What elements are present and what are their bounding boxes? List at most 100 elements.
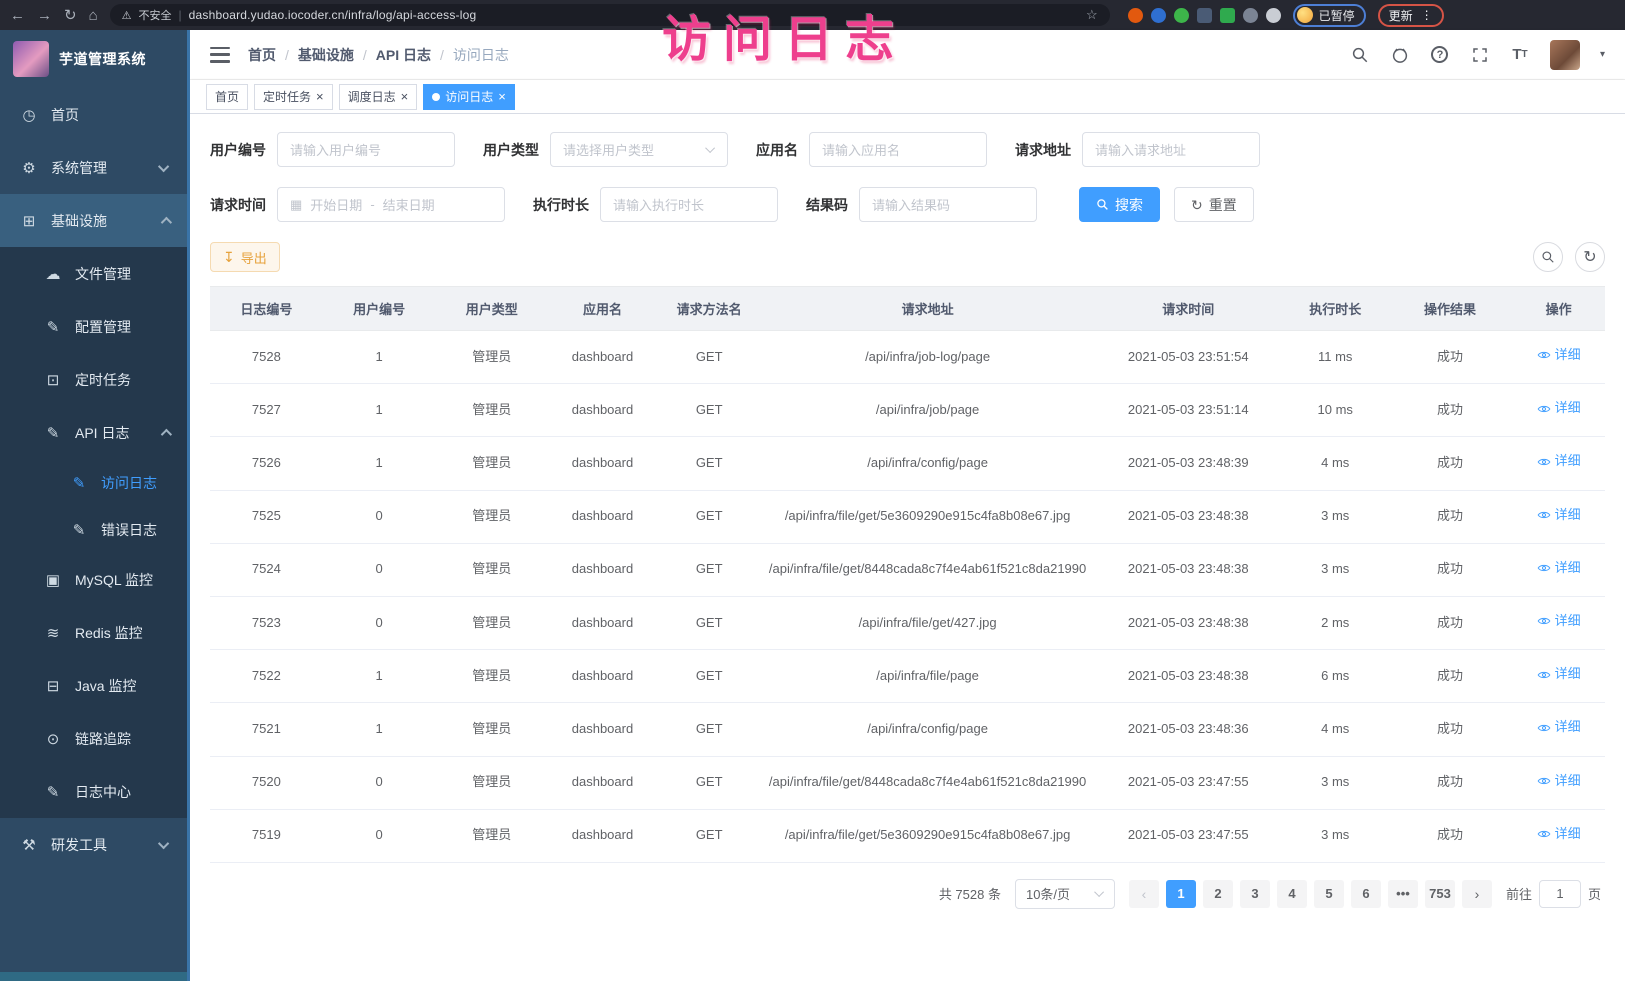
sidebar-menu: ◷首页⚙系统管理⊞基础设施☁文件管理✎配置管理⊡定时任务✎API 日志✎访问日志… (0, 88, 187, 972)
prev-page-button[interactable]: ‹ (1129, 880, 1159, 908)
extension-icon[interactable] (1128, 8, 1143, 23)
page-button-6[interactable]: 6 (1351, 880, 1381, 908)
sidebar-item-4[interactable]: ✎配置管理 (0, 300, 187, 353)
page-button-5[interactable]: 5 (1314, 880, 1344, 908)
duration-cell: 10 ms (1283, 384, 1388, 437)
page-button-2[interactable]: 2 (1203, 880, 1233, 908)
sidebar-item-6[interactable]: ✎API 日志 (0, 406, 187, 459)
detail-link[interactable]: 详细 (1537, 345, 1581, 366)
tab-close-icon[interactable]: × (316, 90, 324, 103)
page-button-3[interactable]: 3 (1240, 880, 1270, 908)
url-cell: /api/infra/config/page (762, 437, 1094, 490)
detail-link[interactable]: 详细 (1537, 451, 1581, 472)
sidebar-item-label: 配置管理 (75, 317, 131, 337)
eye-icon (1537, 614, 1551, 628)
browser-reload-icon[interactable]: ↻ (64, 8, 77, 23)
tab-首页[interactable]: 首页 (206, 84, 248, 110)
bookmark-star-icon[interactable]: ☆ (1086, 7, 1098, 23)
tab-访问日志[interactable]: 访问日志× (423, 84, 515, 110)
profile-avatar-icon (1297, 7, 1313, 23)
sidebar-item-5[interactable]: ⊡定时任务 (0, 353, 187, 406)
filter-用户类型: 用户类型请选择用户类型 (483, 132, 728, 167)
more-pages-button[interactable]: ••• (1388, 880, 1418, 908)
profile-paused-badge[interactable]: 已暂停 (1293, 4, 1366, 27)
结果码-input[interactable]: 请输入结果码 (859, 187, 1037, 222)
eye-icon (1537, 455, 1551, 469)
detail-link[interactable]: 详细 (1537, 398, 1581, 419)
extension-icon[interactable] (1174, 8, 1189, 23)
sidebar-item-13[interactable]: ✎日志中心 (0, 765, 187, 818)
next-page-button[interactable]: › (1462, 880, 1492, 908)
sidebar-item-1[interactable]: ⚙系统管理 (0, 141, 187, 194)
sidebar-collapse-bar[interactable] (0, 972, 187, 981)
sidebar-item-label: Redis 监控 (75, 623, 143, 643)
pagination: 共 7528 条 10条/页 ‹123456•••753› 前往 页 (210, 863, 1605, 923)
date-range-picker[interactable]: ▦开始日期-结束日期 (277, 187, 505, 222)
detail-link[interactable]: 详细 (1537, 611, 1581, 632)
extension-icon[interactable] (1220, 8, 1235, 23)
hamburger-icon[interactable] (210, 47, 230, 63)
page-button-4[interactable]: 4 (1277, 880, 1307, 908)
font-size-icon[interactable]: TT (1510, 45, 1530, 65)
extension-icon[interactable] (1151, 8, 1166, 23)
应用名-input[interactable]: 请输入应用名 (809, 132, 987, 167)
page-button-1[interactable]: 1 (1166, 880, 1196, 908)
detail-link[interactable]: 详细 (1537, 824, 1581, 845)
fullscreen-icon[interactable] (1470, 45, 1490, 65)
breadcrumb-item[interactable]: API 日志 (376, 45, 431, 65)
tab-close-icon[interactable]: × (401, 90, 409, 103)
app-logo[interactable]: 芋道管理系统 (0, 30, 187, 88)
caret-down-icon[interactable]: ▾ (1600, 49, 1605, 60)
sidebar-item-9[interactable]: ▣MySQL 监控 (0, 553, 187, 606)
search-icon[interactable] (1350, 45, 1370, 65)
extension-icon[interactable] (1266, 8, 1281, 23)
detail-link[interactable]: 详细 (1537, 664, 1581, 685)
sidebar-item-10[interactable]: ≋Redis 监控 (0, 606, 187, 659)
执行时长-input[interactable]: 请输入执行时长 (600, 187, 778, 222)
sidebar-item-8[interactable]: ✎错误日志 (0, 506, 187, 553)
detail-link[interactable]: 详细 (1537, 717, 1581, 738)
reset-button[interactable]: ↻重置 (1174, 187, 1254, 222)
detail-link[interactable]: 详细 (1537, 558, 1581, 579)
detail-link[interactable]: 详细 (1537, 771, 1581, 792)
tab-定时任务[interactable]: 定时任务× (254, 84, 333, 110)
page-button-753[interactable]: 753 (1425, 880, 1455, 908)
browser-back-icon[interactable]: ← (10, 8, 25, 23)
export-button[interactable]: ↧ 导出 (210, 242, 280, 272)
sidebar-item-0[interactable]: ◷首页 (0, 88, 187, 141)
detail-link[interactable]: 详细 (1537, 505, 1581, 526)
chevron-up-icon (161, 216, 172, 227)
用户类型-select[interactable]: 请选择用户类型 (550, 132, 728, 167)
toggle-search-button[interactable] (1533, 242, 1563, 272)
breadcrumb-item[interactable]: 首页 (248, 45, 276, 65)
sidebar-item-11[interactable]: ⊟Java 监控 (0, 659, 187, 712)
sidebar-item-3[interactable]: ☁文件管理 (0, 247, 187, 300)
tab-close-icon[interactable]: × (498, 90, 506, 103)
refresh-table-button[interactable]: ↻ (1575, 242, 1605, 272)
tab-调度日志[interactable]: 调度日志× (339, 84, 418, 110)
action-cell: 详细 (1512, 543, 1605, 596)
sidebar-item-7[interactable]: ✎访问日志 (0, 459, 187, 506)
browser-home-icon[interactable]: ⌂ (89, 8, 98, 23)
goto-page-input[interactable] (1539, 880, 1581, 908)
column-header: 应用名 (548, 287, 657, 331)
extension-icon[interactable] (1197, 8, 1212, 23)
用户编号-input[interactable]: 请输入用户编号 (277, 132, 455, 167)
browser-menu-icon[interactable]: ⋮ (1421, 8, 1433, 22)
sidebar-item-12[interactable]: ⊙链路追踪 (0, 712, 187, 765)
user-avatar[interactable] (1550, 40, 1580, 70)
sidebar-item-14[interactable]: ⚒研发工具 (0, 818, 187, 871)
user-id-cell: 1 (323, 384, 436, 437)
address-bar[interactable]: ⚠ 不安全 | dashboard.yudao.iocoder.cn/infra… (110, 4, 1110, 26)
browser-update-button[interactable]: 更新 ⋮ (1378, 4, 1444, 27)
page-size-select[interactable]: 10条/页 (1015, 879, 1115, 909)
search-button[interactable]: 搜索 (1079, 187, 1160, 222)
github-icon[interactable] (1390, 45, 1410, 65)
browser-forward-icon[interactable]: → (37, 8, 52, 23)
help-icon[interactable]: ? (1430, 45, 1450, 65)
sidebar-item-2[interactable]: ⊞基础设施 (0, 194, 187, 247)
filter-请求时间: 请求时间▦开始日期-结束日期 (210, 187, 505, 222)
请求地址-input[interactable]: 请输入请求地址 (1082, 132, 1260, 167)
breadcrumb-item[interactable]: 基础设施 (298, 45, 354, 65)
extension-icon[interactable] (1243, 8, 1258, 23)
